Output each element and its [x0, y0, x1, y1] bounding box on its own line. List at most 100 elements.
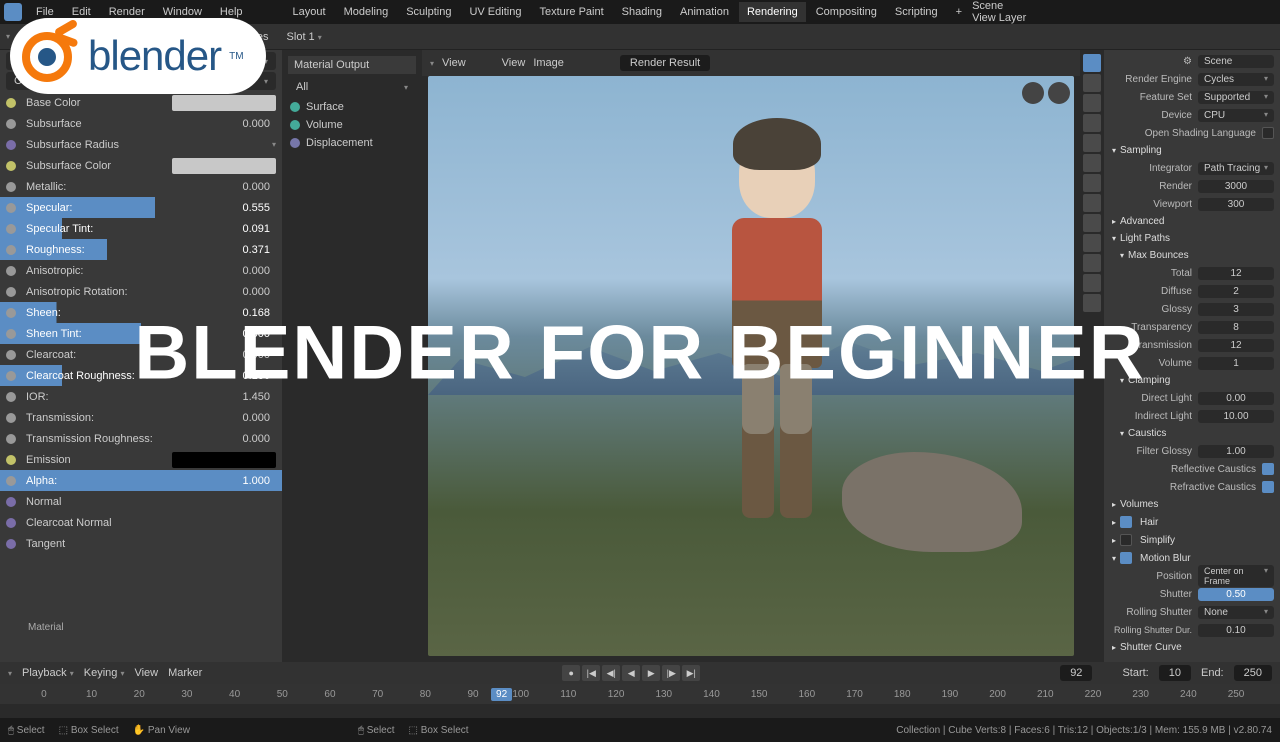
bsdf-metallic-[interactable]: Metallic:0.000: [0, 176, 282, 197]
play-button[interactable]: ▶: [642, 665, 660, 681]
socket-displacement[interactable]: Displacement: [288, 134, 416, 152]
direct-light[interactable]: 0.00: [1198, 392, 1274, 405]
slot-dropdown[interactable]: Slot 1 ▾: [281, 28, 328, 46]
render-engine-dropdown[interactable]: Cycles▾: [1198, 73, 1274, 86]
status-box2: ⬚ Box Select: [409, 725, 469, 736]
jump-end-button[interactable]: ▶|: [682, 665, 700, 681]
integrator-dropdown[interactable]: Path Tracing▾: [1198, 162, 1274, 175]
section-advanced[interactable]: Advanced: [1106, 213, 1278, 230]
bsdf-emission[interactable]: Emission: [0, 449, 282, 470]
bsdf-anisotropic-rotation-[interactable]: Anisotropic Rotation:0.000: [0, 281, 282, 302]
material-label: Material: [28, 622, 64, 633]
tab-data[interactable]: [1083, 254, 1101, 272]
tab-object[interactable]: [1083, 154, 1101, 172]
tl-keying[interactable]: Keying ▾: [84, 667, 125, 679]
bsdf-specular-tint-[interactable]: Specular Tint:0.091: [0, 218, 282, 239]
socket-surface[interactable]: Surface: [288, 98, 416, 116]
tl-marker[interactable]: Marker: [168, 667, 202, 679]
end-frame[interactable]: 250: [1234, 665, 1272, 681]
section-hair[interactable]: Hair: [1106, 513, 1278, 531]
rolling-shutter[interactable]: None▾: [1198, 606, 1274, 619]
start-frame[interactable]: 10: [1159, 665, 1191, 681]
timeline-ruler[interactable]: 92 0102030405060708090100110120130140150…: [0, 684, 1280, 704]
bsdf-clearcoat-normal[interactable]: Clearcoat Normal: [0, 512, 282, 533]
feature-set-dropdown[interactable]: Supported▾: [1198, 91, 1274, 104]
workspace-scripting[interactable]: Scripting: [887, 2, 946, 22]
bsdf-transmission-[interactable]: Transmission:0.000: [0, 407, 282, 428]
bsdf-subsurface-color[interactable]: Subsurface Color: [0, 155, 282, 176]
section-shuttercurve[interactable]: Shutter Curve: [1106, 639, 1278, 656]
tab-viewlayer[interactable]: [1083, 94, 1101, 112]
shutter-value[interactable]: 0.50: [1198, 588, 1274, 601]
tab-scene[interactable]: [1083, 114, 1101, 132]
vp-view-menu[interactable]: View: [442, 57, 466, 69]
osl-checkbox[interactable]: [1262, 127, 1274, 139]
bsdf-anisotropic-[interactable]: Anisotropic:0.000: [0, 260, 282, 281]
workspace-shading[interactable]: Shading: [614, 2, 670, 22]
vp-image[interactable]: Image: [533, 57, 564, 69]
rolling-duration[interactable]: 0.10: [1198, 624, 1274, 637]
status-box-select: ⬚ Box Select: [59, 725, 119, 736]
autokey-button[interactable]: ●: [562, 665, 580, 681]
editor-type-icon[interactable]: ▾: [6, 32, 10, 41]
bsdf-alpha-[interactable]: Alpha:1.000: [0, 470, 282, 491]
section-lightpaths[interactable]: Light Paths: [1106, 230, 1278, 247]
bsdf-specular-[interactable]: Specular:0.555: [0, 197, 282, 218]
bsdf-base-color[interactable]: Base Color: [0, 92, 282, 113]
render-samples[interactable]: 3000: [1198, 180, 1274, 193]
bsdf-normal[interactable]: Normal: [0, 491, 282, 512]
bsdf-transmission-roughness-[interactable]: Transmission Roughness:0.000: [0, 428, 282, 449]
workspace-add[interactable]: +: [948, 2, 970, 22]
scene-selector[interactable]: Scene: [972, 0, 1026, 12]
tab-modifier[interactable]: [1083, 174, 1101, 192]
tl-playback[interactable]: Playback ▾: [22, 667, 74, 679]
bsdf-tangent[interactable]: Tangent: [0, 533, 282, 554]
indirect-light[interactable]: 10.00: [1198, 410, 1274, 423]
workspace-layout[interactable]: Layout: [285, 2, 334, 22]
vp-view2[interactable]: View: [502, 57, 526, 69]
bsdf-subsurface[interactable]: Subsurface0.000: [0, 113, 282, 134]
workspace-animation[interactable]: Animation: [672, 2, 737, 22]
blender-app-icon: [4, 3, 22, 21]
tab-particle[interactable]: [1083, 194, 1101, 212]
scene-field[interactable]: Scene: [1198, 55, 1274, 68]
workspace-compositing[interactable]: Compositing: [808, 2, 885, 22]
workspace-modeling[interactable]: Modeling: [336, 2, 397, 22]
device-dropdown[interactable]: CPU▾: [1198, 109, 1274, 122]
tab-output[interactable]: [1083, 74, 1101, 92]
workspace-texture[interactable]: Texture Paint: [531, 2, 611, 22]
current-frame[interactable]: 92: [1060, 665, 1092, 681]
section-volumes[interactable]: Volumes: [1106, 496, 1278, 513]
mb-position[interactable]: Center on Frame▾: [1198, 565, 1274, 587]
next-key-button[interactable]: |▶: [662, 665, 680, 681]
prev-key-button[interactable]: ◀|: [602, 665, 620, 681]
filter-glossy[interactable]: 1.00: [1198, 445, 1274, 458]
workspace-uv[interactable]: UV Editing: [461, 2, 529, 22]
viewlayer-selector[interactable]: View Layer: [972, 12, 1026, 24]
image-editor-header: ▾ View View Image Render Result: [422, 50, 1080, 76]
tab-render[interactable]: [1083, 54, 1101, 72]
timeline: ▾ Playback ▾ Keying ▾ View Marker ● |◀ ◀…: [0, 662, 1280, 718]
workspace-rendering[interactable]: Rendering: [739, 2, 806, 22]
tab-material[interactable]: [1083, 274, 1101, 292]
reflective-caustics-checkbox[interactable]: [1262, 463, 1274, 475]
section-maxbounces[interactable]: Max Bounces: [1106, 247, 1278, 264]
section-simplify[interactable]: Simplify: [1106, 531, 1278, 549]
render-result-field[interactable]: Render Result: [620, 55, 710, 71]
section-sampling[interactable]: Sampling: [1106, 142, 1278, 159]
refractive-caustics-checkbox[interactable]: [1262, 481, 1274, 493]
tab-constraint[interactable]: [1083, 234, 1101, 252]
bsdf-roughness-[interactable]: Roughness:0.371: [0, 239, 282, 260]
tl-view[interactable]: View: [134, 667, 158, 679]
jump-start-button[interactable]: |◀: [582, 665, 600, 681]
viewport-samples[interactable]: 300: [1198, 198, 1274, 211]
play-reverse-button[interactable]: ◀: [622, 665, 640, 681]
zoom-icon[interactable]: [1048, 82, 1070, 104]
pan-icon[interactable]: [1022, 82, 1044, 104]
tab-physics[interactable]: [1083, 214, 1101, 232]
socket-volume[interactable]: Volume: [288, 116, 416, 134]
tab-world[interactable]: [1083, 134, 1101, 152]
workspace-sculpting[interactable]: Sculpting: [398, 2, 459, 22]
section-caustics[interactable]: Caustics: [1106, 425, 1278, 442]
bsdf-subsurface-radius[interactable]: Subsurface Radius▾: [0, 134, 282, 155]
